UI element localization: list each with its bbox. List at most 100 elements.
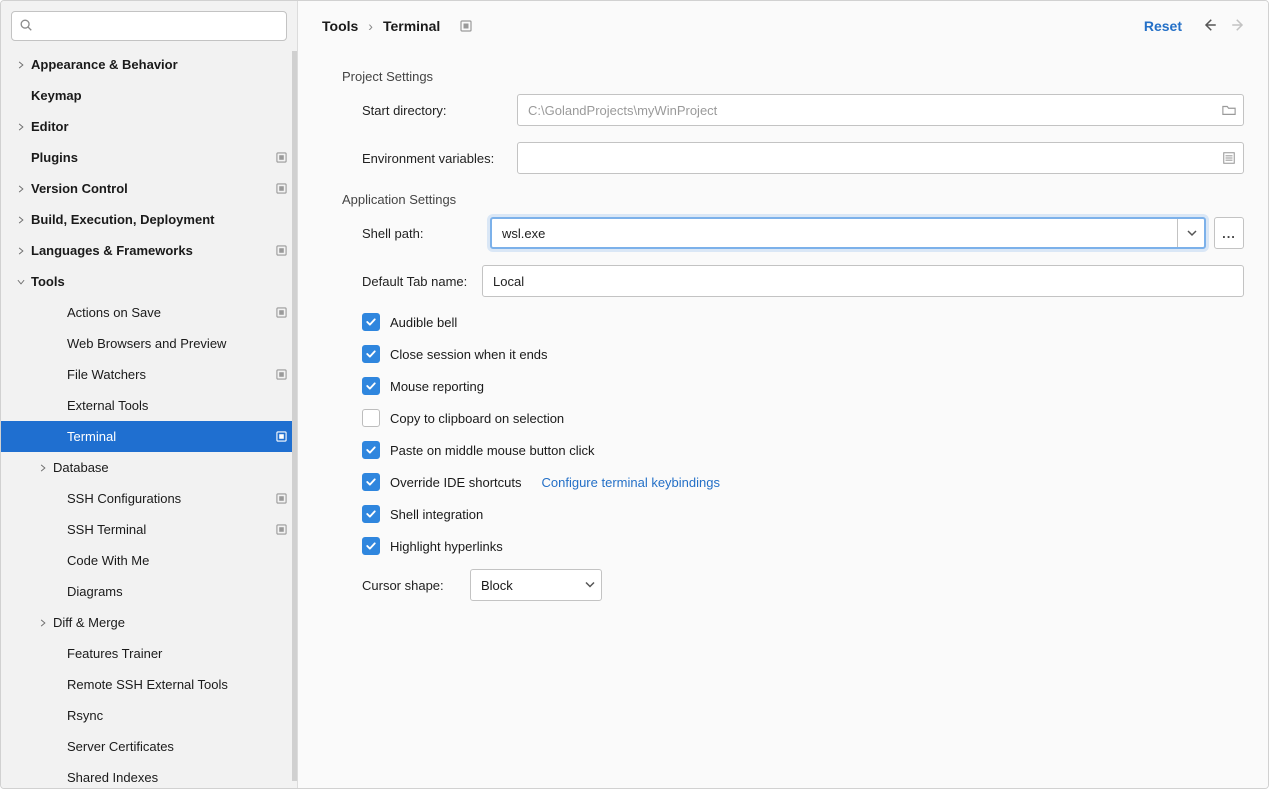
sidebar-item-label: Server Certificates (67, 739, 174, 754)
search-icon (19, 18, 33, 32)
chevron-placeholder (35, 708, 51, 724)
checkbox-label: Close session when it ends (390, 347, 548, 362)
chevron-right-icon (35, 615, 51, 631)
project-level-marker-icon (276, 493, 287, 504)
settings-search-input[interactable] (11, 11, 287, 41)
sidebar-item-external-tools[interactable]: External Tools (1, 390, 297, 421)
sidebar-item-plugins[interactable]: Plugins (1, 142, 297, 173)
sidebar-item-label: Version Control (31, 181, 128, 196)
sidebar-item-actions-on-save[interactable]: Actions on Save (1, 297, 297, 328)
sidebar-item-build-execution-deployment[interactable]: Build, Execution, Deployment (1, 204, 297, 235)
sidebar-item-ssh-configurations[interactable]: SSH Configurations (1, 483, 297, 514)
shell-path-browse-button[interactable]: ... (1214, 217, 1244, 249)
chevron-placeholder (35, 584, 51, 600)
sidebar-item-remote-ssh-external-tools[interactable]: Remote SSH External Tools (1, 669, 297, 700)
breadcrumb-parent[interactable]: Tools (322, 18, 358, 34)
settings-main: Tools › Terminal Reset Project Settings … (298, 1, 1268, 788)
chevron-right-icon (13, 212, 29, 228)
nav-forward-button (1230, 16, 1248, 37)
default-tab-name-input[interactable] (482, 265, 1244, 297)
sidebar-item-diagrams[interactable]: Diagrams (1, 576, 297, 607)
shell-path-dropdown-button[interactable] (1177, 219, 1205, 247)
sidebar-item-rsync[interactable]: Rsync (1, 700, 297, 731)
checkbox-highlight-hyperlinks[interactable] (362, 537, 380, 555)
breadcrumb: Tools › Terminal (322, 18, 472, 34)
checkbox-row: Mouse reporting (322, 377, 1244, 395)
cursor-shape-label: Cursor shape: (362, 578, 460, 593)
checkbox-row: Highlight hyperlinks (322, 537, 1244, 555)
sidebar-item-label: Web Browsers and Preview (67, 336, 226, 351)
sidebar-item-label: Terminal (67, 429, 116, 444)
checkbox-label: Copy to clipboard on selection (390, 411, 564, 426)
sidebar-item-label: Appearance & Behavior (31, 57, 178, 72)
sidebar-item-label: Plugins (31, 150, 78, 165)
checkbox-copy-to-clipboard-on-selection[interactable] (362, 409, 380, 427)
breadcrumb-current: Terminal (383, 18, 440, 34)
sidebar-item-features-trainer[interactable]: Features Trainer (1, 638, 297, 669)
chevron-placeholder (13, 88, 29, 104)
checkbox-shell-integration[interactable] (362, 505, 380, 523)
sidebar-item-code-with-me[interactable]: Code With Me (1, 545, 297, 576)
reset-button[interactable]: Reset (1144, 18, 1182, 34)
checkbox-label: Audible bell (390, 315, 457, 330)
sidebar-item-appearance-behavior[interactable]: Appearance & Behavior (1, 49, 297, 80)
sidebar-item-label: Code With Me (67, 553, 149, 568)
settings-tree: Appearance & Behavior KeymapEditor Plugins… (1, 49, 297, 788)
sidebar-item-file-watchers[interactable]: File Watchers (1, 359, 297, 390)
checkbox-label: Override IDE shortcuts (390, 475, 522, 490)
chevron-placeholder (35, 429, 51, 445)
sidebar-item-terminal[interactable]: Terminal (1, 421, 297, 452)
project-level-marker-icon (276, 245, 287, 256)
checkbox-audible-bell[interactable] (362, 313, 380, 331)
list-icon[interactable] (1222, 151, 1236, 165)
sidebar-item-server-certificates[interactable]: Server Certificates (1, 731, 297, 762)
checkbox-row: Audible bell (322, 313, 1244, 331)
settings-sidebar: Appearance & Behavior KeymapEditor Plugins… (1, 1, 298, 788)
sidebar-item-languages-frameworks[interactable]: Languages & Frameworks (1, 235, 297, 266)
sidebar-item-editor[interactable]: Editor (1, 111, 297, 142)
chevron-placeholder (35, 367, 51, 383)
checkbox-row: Override IDE shortcuts Configure terminal… (322, 473, 1244, 491)
sidebar-scrollbar[interactable] (292, 51, 297, 781)
sidebar-item-label: Actions on Save (67, 305, 161, 320)
sidebar-item-shared-indexes[interactable]: Shared Indexes (1, 762, 297, 788)
configure-terminal-keybindings-link[interactable]: Configure terminal keybindings (542, 475, 720, 490)
env-variables-label: Environment variables: (362, 151, 517, 166)
sidebar-item-tools[interactable]: Tools (1, 266, 297, 297)
sidebar-item-label: Diagrams (67, 584, 123, 599)
sidebar-item-label: File Watchers (67, 367, 146, 382)
checkbox-mouse-reporting[interactable] (362, 377, 380, 395)
sidebar-item-version-control[interactable]: Version Control (1, 173, 297, 204)
sidebar-item-label: SSH Terminal (67, 522, 146, 537)
folder-icon[interactable] (1222, 103, 1236, 117)
sidebar-item-ssh-terminal[interactable]: SSH Terminal (1, 514, 297, 545)
checkbox-label: Mouse reporting (390, 379, 484, 394)
nav-back-button[interactable] (1200, 16, 1218, 37)
chevron-placeholder (35, 522, 51, 538)
checkbox-paste-on-middle-mouse-button-click[interactable] (362, 441, 380, 459)
checkbox-close-session-when-it-ends[interactable] (362, 345, 380, 363)
sidebar-item-label: Diff & Merge (53, 615, 125, 630)
checkbox-override-ide-shortcuts[interactable] (362, 473, 380, 491)
sidebar-item-label: Features Trainer (67, 646, 162, 661)
project-level-marker-icon (276, 152, 287, 163)
sidebar-item-keymap[interactable]: Keymap (1, 80, 297, 111)
shell-path-input[interactable] (490, 217, 1206, 249)
project-level-marker-icon (276, 369, 287, 380)
default-tab-name-label: Default Tab name: (362, 274, 482, 289)
cursor-shape-value: Block (481, 578, 513, 593)
project-level-marker-icon (460, 20, 472, 32)
chevron-placeholder (35, 336, 51, 352)
sidebar-item-label: External Tools (67, 398, 148, 413)
sidebar-item-database[interactable]: Database (1, 452, 297, 483)
cursor-shape-select[interactable]: Block (470, 569, 602, 601)
env-variables-input[interactable] (517, 142, 1244, 174)
checkbox-row: Close session when it ends (322, 345, 1244, 363)
sidebar-item-label: Rsync (67, 708, 103, 723)
start-directory-input[interactable] (517, 94, 1244, 126)
chevron-placeholder (35, 398, 51, 414)
sidebar-item-web-browsers-and-preview[interactable]: Web Browsers and Preview (1, 328, 297, 359)
checkbox-label: Paste on middle mouse button click (390, 443, 595, 458)
sidebar-item-diff-merge[interactable]: Diff & Merge (1, 607, 297, 638)
chevron-right-icon (13, 181, 29, 197)
